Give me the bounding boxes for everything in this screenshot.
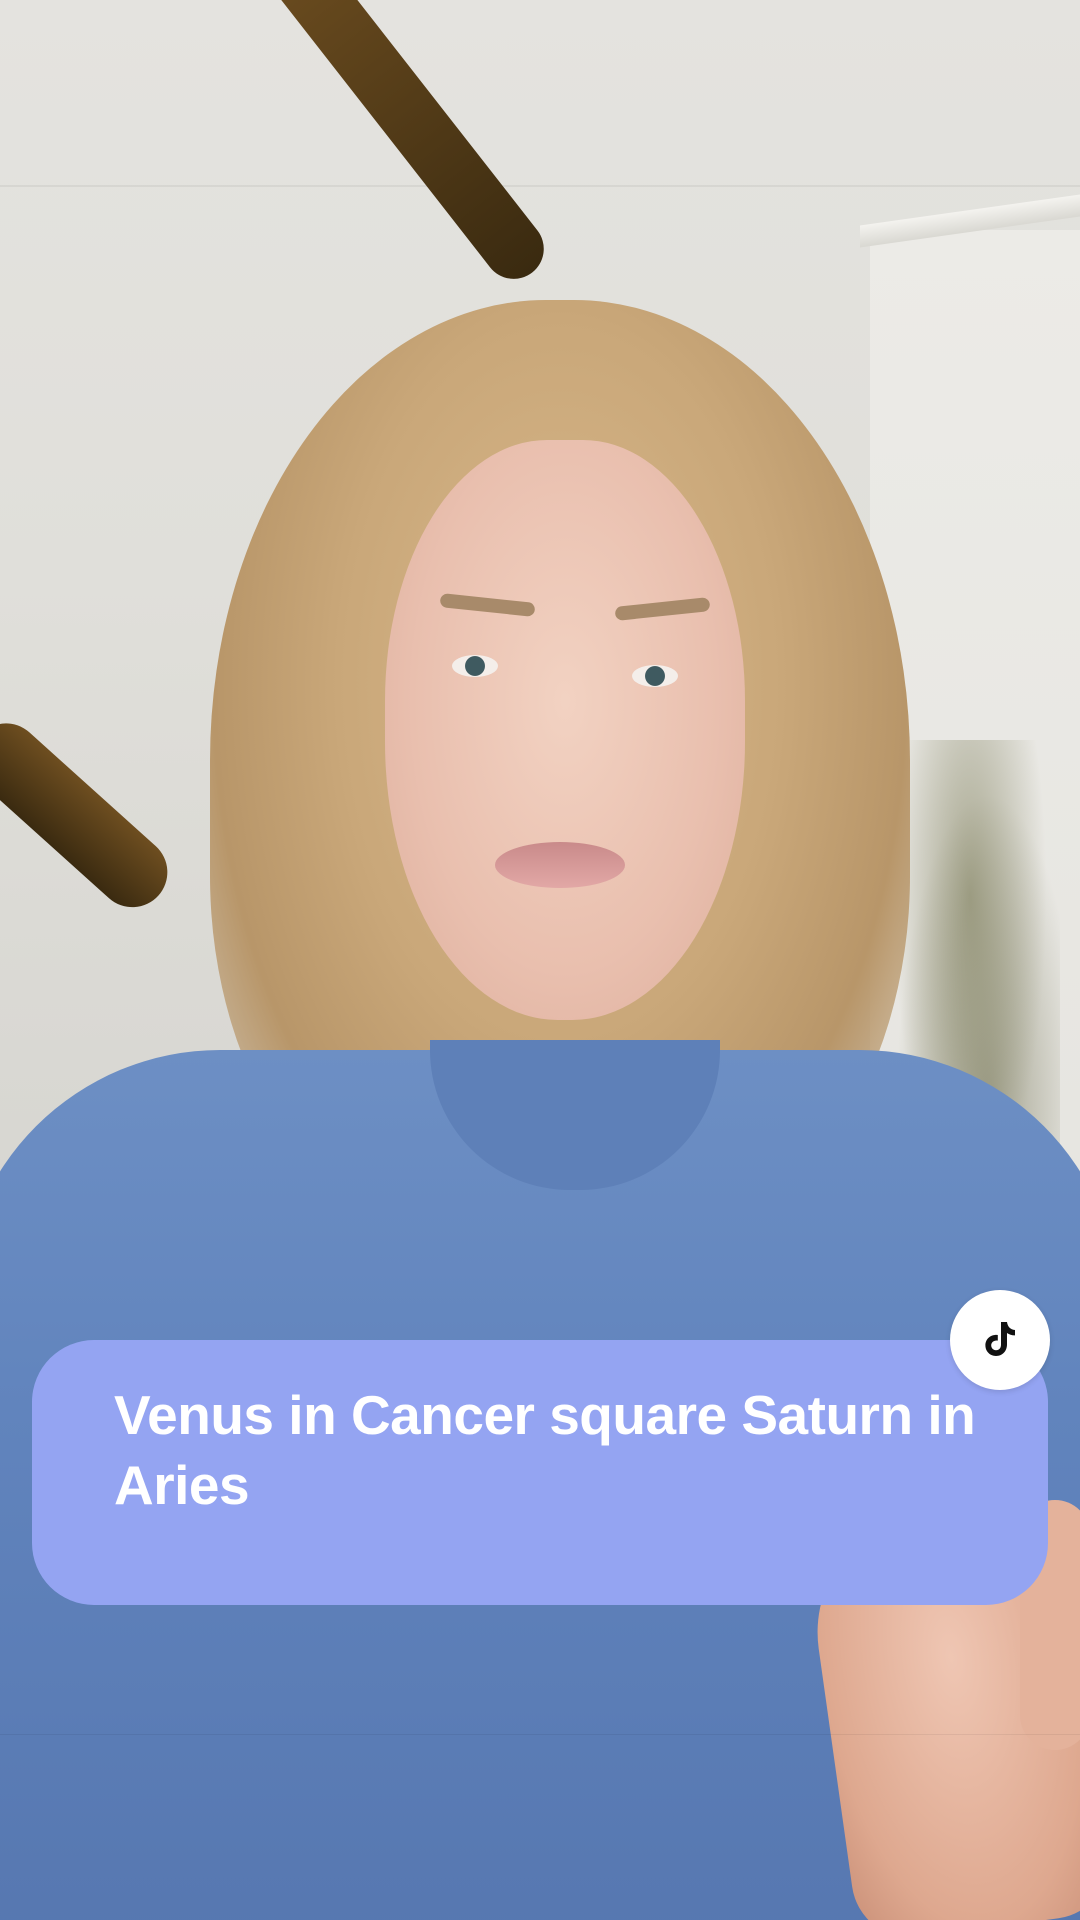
person-lips [495,842,625,888]
mirror-frame-top [250,0,556,291]
video-frame[interactable] [0,0,1080,1920]
right-eye [632,665,678,687]
person-face [385,440,745,1020]
tiktok-logo-icon [985,1322,1015,1356]
left-eye [452,655,498,677]
caption-text: Venus in Cancer square Saturn in Aries [114,1384,976,1516]
video-screen: Venus in Cancer square Saturn in Aries [0,0,1080,1920]
mirror-frame-left [0,708,182,922]
tiktok-badge-button[interactable] [950,1290,1050,1390]
caption-card: Venus in Cancer square Saturn in Aries [32,1340,1048,1605]
ceiling-edge [0,185,1080,187]
frame-divider [0,1734,1080,1735]
